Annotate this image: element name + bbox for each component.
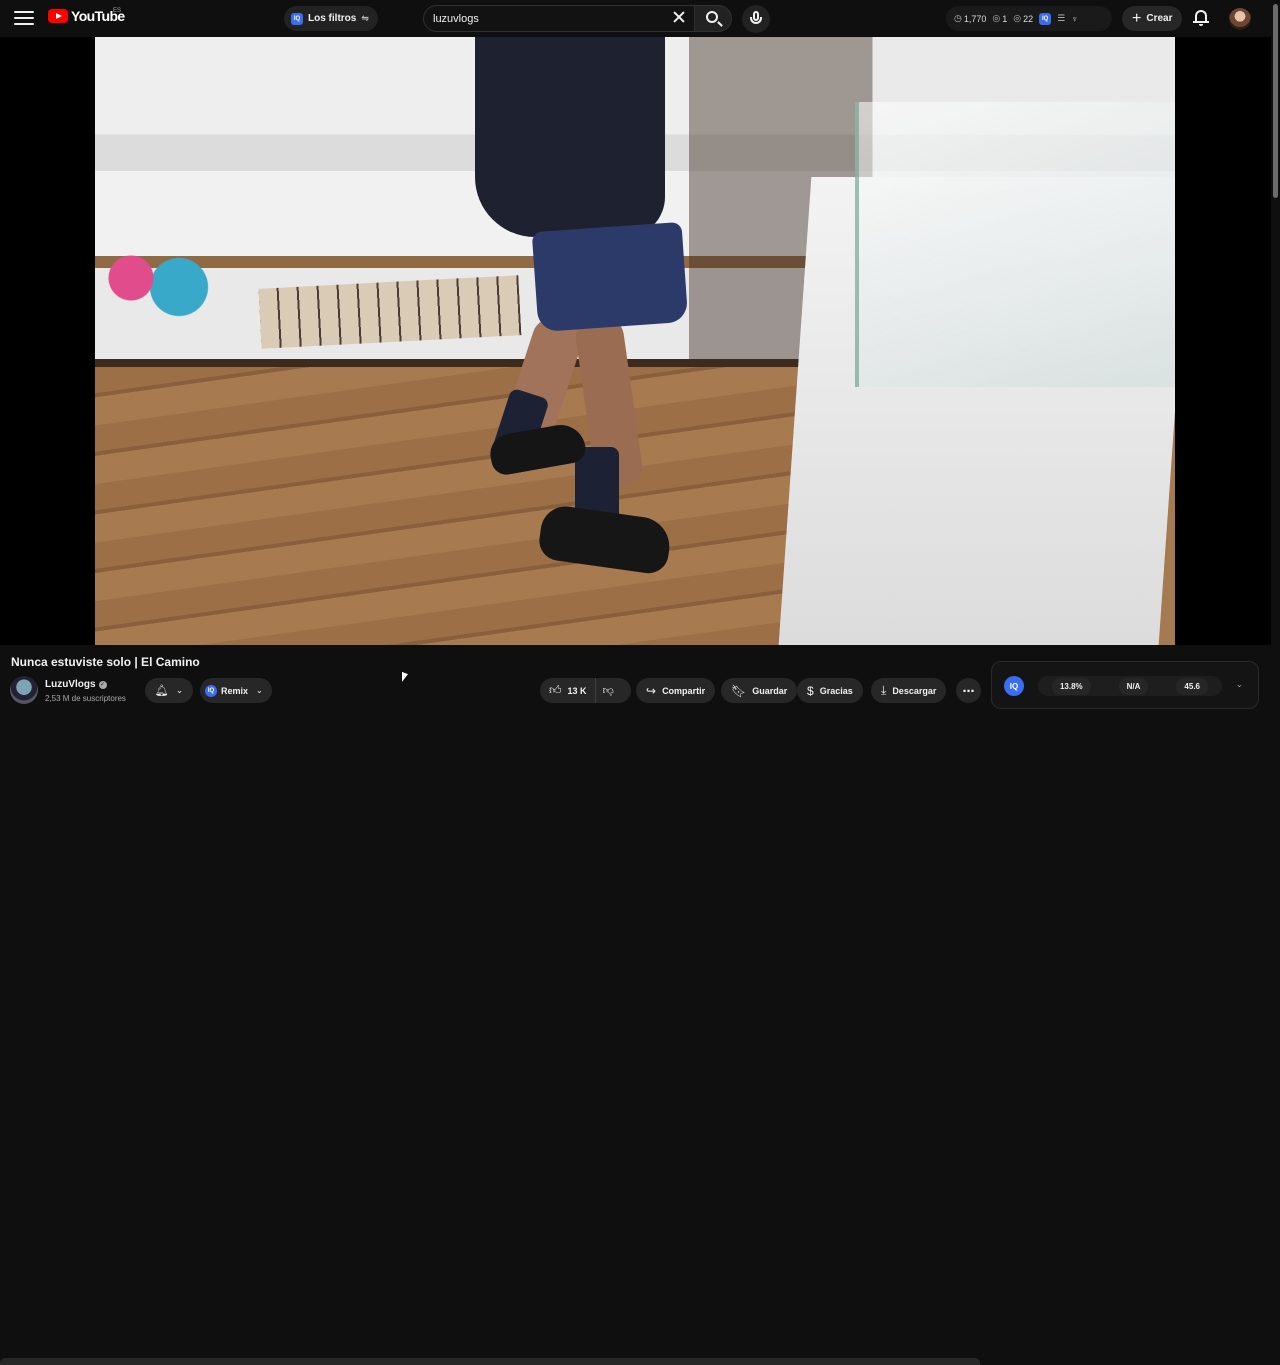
- download-icon: ⤓: [881, 683, 887, 697]
- like-button[interactable]: 👍︎ 13 K: [540, 678, 596, 703]
- plus-icon: +: [1132, 9, 1142, 27]
- scene-wood-floor: [95, 367, 815, 645]
- stat-3-value: 22: [1023, 13, 1034, 24]
- subscription-notifications-button[interactable]: 🔔︎ ⌄: [145, 678, 193, 703]
- search-button[interactable]: [694, 5, 732, 32]
- chevron-down-icon[interactable]: ⌄: [1236, 680, 1243, 689]
- like-count: 13 K: [567, 685, 587, 696]
- share-icon: ↪: [646, 683, 657, 698]
- video-frame[interactable]: [95, 37, 1175, 645]
- iq-icon[interactable]: IQ: [1039, 12, 1052, 25]
- scene-shorts: [531, 221, 689, 333]
- country-code: ES: [113, 8, 122, 14]
- search-icon: [706, 11, 718, 23]
- thumbs-down-icon: 👎︎: [602, 685, 614, 697]
- thanks-label: Gracias: [819, 685, 853, 696]
- stat-1-value: 1,770: [963, 13, 987, 24]
- download-label: Descargar: [892, 685, 937, 696]
- iq-metric-3[interactable]: 45.6: [1176, 677, 1208, 695]
- channel-name-link[interactable]: LuzuVlogs ✓: [45, 679, 107, 690]
- bookmark-icon: 🔖︎: [731, 683, 747, 698]
- description-box-edge[interactable]: [0, 1358, 980, 1365]
- clear-search-icon[interactable]: [672, 10, 686, 24]
- chevron-down-icon: ⌄: [175, 685, 184, 695]
- channel-name: LuzuVlogs: [45, 679, 96, 690]
- scene-glass-case: [855, 102, 1175, 387]
- iq-icon: IQ: [205, 684, 217, 697]
- stat-2: ◎ 1: [992, 13, 1007, 24]
- iq-metrics: 13.8% N/A 45.6: [1038, 676, 1222, 696]
- video-info: Nunca estuviste solo | El Camino LuzuVlo…: [0, 645, 1271, 1365]
- iq-metric-2[interactable]: N/A: [1118, 677, 1149, 695]
- share-label: Compartir: [662, 685, 706, 696]
- stat-2-value: 1: [1002, 13, 1008, 24]
- mic-stand: [750, 17, 762, 24]
- views-icon: ◎: [1013, 13, 1022, 23]
- download-button[interactable]: ⤓ Descargar: [871, 678, 947, 703]
- extension-stats[interactable]: ◷ 1,770 ◎ 1 ◎ 22 IQ ☰ ♆: [946, 6, 1112, 31]
- scrollbar-thumb[interactable]: [1273, 4, 1278, 198]
- stat-1: ◷ 1,770: [954, 13, 986, 24]
- more-actions-button[interactable]: ⋯: [956, 678, 981, 703]
- save-label: Guardar: [752, 685, 788, 696]
- iq-logo-icon[interactable]: IQ: [1004, 676, 1024, 696]
- account-avatar[interactable]: [1229, 8, 1251, 30]
- mouse-cursor-icon: [402, 671, 408, 685]
- more-icon: ⋯: [962, 683, 975, 698]
- remix-label: Remix: [221, 685, 249, 696]
- iq-stats-panel: IQ 13.8% N/A 45.6 ⌄: [991, 661, 1259, 709]
- channel-avatar[interactable]: [10, 676, 38, 704]
- voice-search-button[interactable]: [742, 5, 770, 33]
- video-player[interactable]: [0, 37, 1271, 645]
- like-dislike-group: 👍︎ 13 K 👎︎: [540, 678, 631, 703]
- filters-label: Los filtros: [308, 13, 357, 24]
- notifications-bell-icon[interactable]: [1192, 9, 1210, 27]
- award-icon[interactable]: ♆: [1071, 14, 1078, 24]
- scene-person-torso: [475, 37, 665, 237]
- eye-icon: ◎: [992, 13, 1001, 23]
- video-title: Nunca estuviste solo | El Camino: [11, 655, 200, 669]
- sliders-icon: ⇋: [361, 13, 369, 23]
- dislike-button[interactable]: 👎︎: [596, 684, 621, 697]
- list-icon[interactable]: ☰: [1057, 13, 1065, 24]
- iq-metric-1[interactable]: 13.8%: [1051, 677, 1091, 695]
- search-input[interactable]: [433, 11, 663, 27]
- thanks-button[interactable]: $ Gracias: [797, 678, 863, 703]
- stat-3: ◎ 22: [1013, 13, 1033, 24]
- menu-icon[interactable]: [14, 8, 34, 28]
- bell-icon: 🔔︎: [154, 685, 169, 697]
- share-button[interactable]: ↪ Compartir: [636, 678, 716, 703]
- verified-icon: ✓: [98, 680, 107, 689]
- chevron-down-icon: ⌄: [256, 686, 263, 695]
- create-button[interactable]: + Crear: [1122, 6, 1183, 31]
- search-box: [423, 5, 694, 32]
- thumbs-up-icon: 👍︎: [549, 683, 562, 697]
- top-bar: YouTube ES IQ Los filtros ⇋ ◷1,770 ◎1 ◎2…: [0, 0, 1280, 37]
- remix-button[interactable]: IQ Remix ⌄: [200, 678, 272, 703]
- save-button[interactable]: 🔖︎ Guardar: [721, 678, 798, 703]
- page-scrollbar[interactable]: [1271, 0, 1280, 720]
- thanks-icon: $: [807, 683, 814, 698]
- create-label: Crear: [1146, 13, 1173, 24]
- subscriber-count: 2,53 M de suscriptores: [45, 694, 126, 703]
- scene-plush-toys: [95, 242, 215, 332]
- youtube-play-icon: [48, 9, 68, 23]
- iq-icon: IQ: [291, 12, 303, 25]
- filters-button[interactable]: IQ Los filtros ⇋: [284, 6, 378, 31]
- clock-icon: ◷: [954, 13, 962, 23]
